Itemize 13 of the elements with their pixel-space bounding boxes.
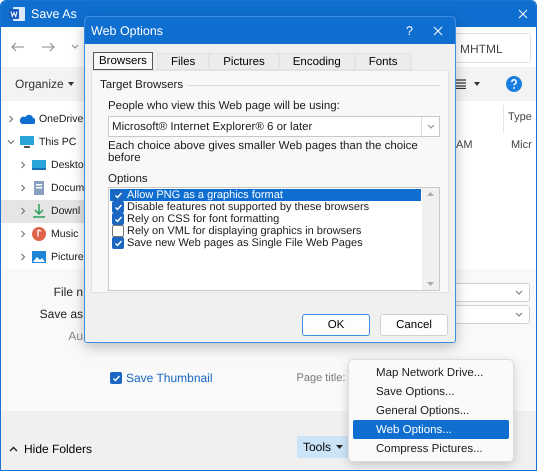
window-title: Save As [31, 7, 77, 21]
dialog-title: Web Options [91, 24, 164, 38]
checkbox-label: Save Thumbnail [126, 371, 212, 385]
field-label: File n [52, 285, 83, 299]
options-label: Options [108, 173, 149, 185]
field-label: Au [67, 329, 83, 343]
table-cell: Micr [511, 139, 532, 151]
hint-text: Each choice above gives smaller Web pages than the choice before [108, 140, 419, 164]
group-title: Target Browsers [100, 79, 184, 91]
field-label: Page title: [296, 372, 346, 384]
prompt-label: People who view this Web page will be using: [108, 100, 341, 112]
field-label: Save as [38, 307, 83, 321]
table-cell: AM [456, 139, 472, 151]
